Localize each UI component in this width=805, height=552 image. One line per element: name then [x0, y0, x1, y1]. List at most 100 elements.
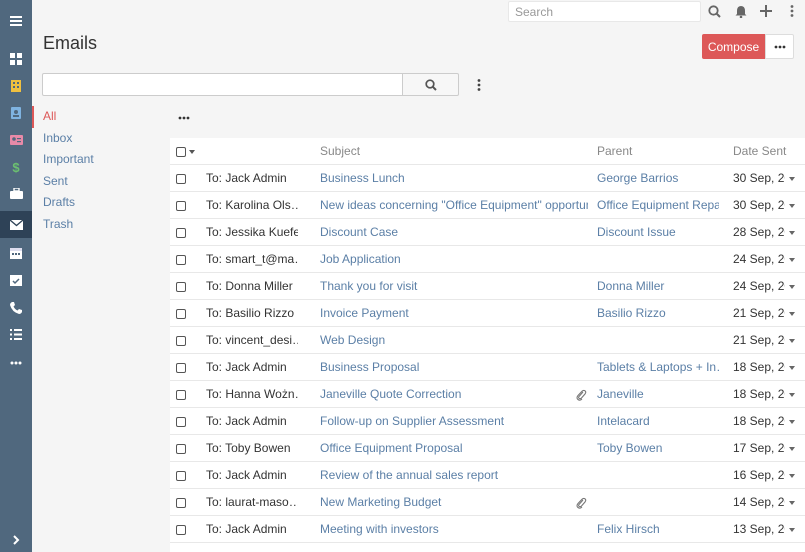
subject-link[interactable]: Business Lunch [320, 165, 588, 192]
parent-link[interactable]: Intelacard [597, 408, 719, 435]
bell-icon[interactable] [732, 2, 750, 20]
table-row[interactable]: To: Jack Admin Business Proposal Tablets &… [170, 354, 805, 381]
dollar-icon[interactable]: $ [0, 153, 32, 180]
parent-link[interactable]: Felix Hirsch [597, 516, 719, 543]
caret-down-icon[interactable] [189, 150, 195, 154]
envelope-icon[interactable] [0, 211, 32, 238]
folder-drafts[interactable]: Drafts [32, 192, 162, 214]
subject-link[interactable]: Discount Case [320, 219, 588, 246]
expand-icon[interactable] [0, 526, 32, 552]
parent-link[interactable]: Discount Issue [597, 219, 719, 246]
row-menu-caret-icon[interactable] [788, 230, 796, 236]
folder-sent[interactable]: Sent [32, 171, 162, 193]
menu-icon[interactable] [0, 7, 32, 34]
table-row[interactable]: To: Toby Bowen Office Equipment Proposal T… [170, 435, 805, 462]
subject-link[interactable]: Job Application [320, 246, 588, 273]
table-row[interactable]: To: Jack Admin Meeting with investors Feli… [170, 516, 805, 543]
row-menu-caret-icon[interactable] [788, 500, 796, 506]
parent-link[interactable]: Janeville [597, 381, 719, 408]
plus-icon[interactable] [757, 2, 775, 20]
task-list-icon[interactable] [0, 321, 32, 348]
row-menu-caret-icon[interactable] [788, 419, 796, 425]
contact-book-icon[interactable] [0, 99, 32, 126]
calendar-icon[interactable] [0, 239, 32, 266]
header-subject[interactable]: Subject [320, 138, 360, 165]
row-checkbox[interactable] [176, 471, 186, 481]
subject-link[interactable]: Business Proposal [320, 354, 588, 381]
row-menu-caret-icon[interactable] [788, 392, 796, 398]
subject-link[interactable]: New ideas concerning "Office Equipment" … [320, 192, 588, 219]
parent-link[interactable]: Toby Bowen [597, 435, 719, 462]
header-date-sent[interactable]: Date Sent [733, 138, 786, 165]
list-actions-button[interactable] [176, 110, 192, 126]
row-checkbox[interactable] [176, 255, 186, 265]
subject-link[interactable]: Thank you for visit [320, 273, 588, 300]
subject-link[interactable]: Meeting with investors [320, 516, 588, 543]
table-row[interactable]: To: Jack Admin Business Lunch George Barri… [170, 165, 805, 192]
parent-link[interactable]: Tablets & Laptops + In… [597, 354, 719, 381]
row-menu-caret-icon[interactable] [788, 365, 796, 371]
row-checkbox[interactable] [176, 444, 186, 454]
parent-link[interactable]: Office Equipment Repa… [597, 192, 719, 219]
subject-link[interactable]: Follow-up on Supplier Assessment [320, 408, 588, 435]
subject-link[interactable]: New Marketing Budget [320, 489, 588, 516]
parent-link[interactable]: Donna Miller [597, 273, 719, 300]
row-checkbox[interactable] [176, 363, 186, 373]
folder-trash[interactable]: Trash [32, 214, 162, 236]
row-menu-caret-icon[interactable] [788, 311, 796, 317]
filter-search-input[interactable] [42, 73, 403, 96]
subject-link[interactable]: Web Design [320, 327, 588, 354]
id-card-icon[interactable] [0, 126, 32, 153]
row-checkbox[interactable] [176, 228, 186, 238]
row-checkbox[interactable] [176, 201, 186, 211]
table-row[interactable]: To: Jack Admin Follow-up on Supplier Asse… [170, 408, 805, 435]
row-menu-caret-icon[interactable] [788, 527, 796, 533]
folder-all[interactable]: All [32, 106, 162, 128]
folder-important[interactable]: Important [32, 149, 162, 171]
row-menu-caret-icon[interactable] [788, 203, 796, 209]
header-parent[interactable]: Parent [597, 138, 632, 165]
row-menu-caret-icon[interactable] [788, 473, 796, 479]
row-checkbox[interactable] [176, 525, 186, 535]
row-menu-caret-icon[interactable] [788, 257, 796, 263]
table-row[interactable]: To: vincent_desi… Web Design 21 Sep, 20 [170, 327, 805, 354]
row-checkbox[interactable] [176, 498, 186, 508]
row-checkbox[interactable] [176, 282, 186, 292]
table-row[interactable]: To: Donna Miller Thank you for visit Donna… [170, 273, 805, 300]
table-row[interactable]: To: Karolina Ols… New ideas concerning "O… [170, 192, 805, 219]
table-row[interactable]: To: Basilio Rizzo Invoice Payment Basilio … [170, 300, 805, 327]
filter-search-button[interactable] [403, 73, 459, 96]
row-checkbox[interactable] [176, 417, 186, 427]
subject-link[interactable]: Office Equipment Proposal [320, 435, 588, 462]
row-checkbox[interactable] [176, 336, 186, 346]
select-all-checkbox[interactable] [176, 147, 186, 157]
row-menu-caret-icon[interactable] [788, 338, 796, 344]
subject-link[interactable]: Janeville Quote Correction [320, 381, 588, 408]
row-checkbox[interactable] [176, 309, 186, 319]
phone-icon[interactable] [0, 294, 32, 321]
calendar-check-icon[interactable] [0, 266, 32, 293]
parent-link[interactable]: George Barrios [597, 165, 719, 192]
table-row[interactable]: To: Hanna Wożn… Janeville Quote Correctio… [170, 381, 805, 408]
table-row[interactable]: To: smart_t@ma… Job Application 24 Sep, 20 [170, 246, 805, 273]
row-checkbox[interactable] [176, 390, 186, 400]
compose-button[interactable]: Compose [702, 34, 765, 59]
building-icon[interactable] [0, 72, 32, 99]
row-menu-caret-icon[interactable] [788, 446, 796, 452]
table-row[interactable]: To: laurat-maso… New Marketing Budget 14 S… [170, 489, 805, 516]
table-row[interactable]: To: Jessika Kuefer Discount Case Discount … [170, 219, 805, 246]
subject-link[interactable]: Invoice Payment [320, 300, 588, 327]
parent-link[interactable]: Basilio Rizzo [597, 300, 719, 327]
dashboard-icon[interactable] [0, 45, 32, 72]
row-checkbox[interactable] [176, 174, 186, 184]
filter-options-button[interactable] [472, 76, 486, 94]
row-menu-caret-icon[interactable] [788, 284, 796, 290]
briefcase-icon[interactable] [0, 180, 32, 207]
kebab-menu-icon[interactable] [783, 2, 801, 20]
folder-inbox[interactable]: Inbox [32, 128, 162, 150]
header-more-button[interactable] [765, 34, 794, 59]
global-search-input[interactable]: Search [508, 1, 701, 22]
subject-link[interactable]: Review of the annual sales report [320, 462, 588, 489]
row-menu-caret-icon[interactable] [788, 176, 796, 182]
search-icon[interactable] [705, 2, 723, 20]
